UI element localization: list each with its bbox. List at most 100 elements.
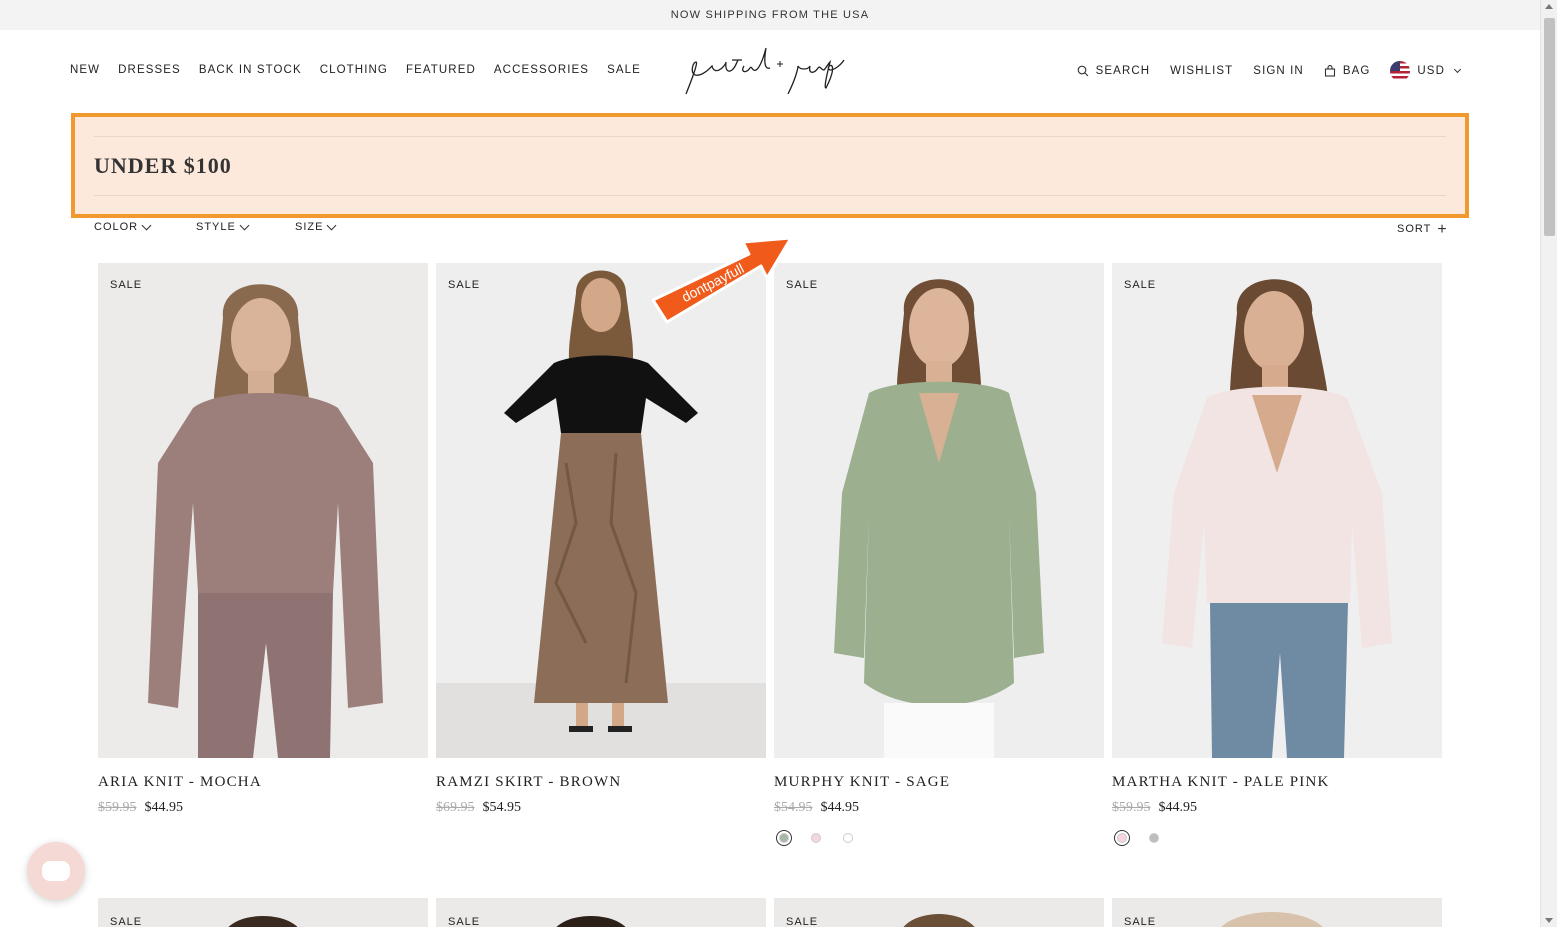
- sort-label: SORT: [1397, 223, 1432, 235]
- currency-selector[interactable]: USD: [1390, 61, 1462, 81]
- product-name[interactable]: RAMZI SKIRT - BROWN: [436, 774, 766, 791]
- announcement-bar: NOW SHIPPING FROM THE USA: [0, 0, 1540, 30]
- filter-color[interactable]: COLOR: [94, 220, 196, 233]
- bag-label: BAG: [1342, 65, 1371, 77]
- nav-item-featured[interactable]: FEATURED: [406, 64, 476, 76]
- filter-color-label: COLOR: [94, 221, 139, 233]
- us-flag-icon: [1390, 61, 1411, 81]
- product-photo-martha-knit: [1112, 263, 1442, 758]
- scroll-up-icon[interactable]: [1545, 4, 1553, 9]
- product-photo-partial: [556, 916, 626, 927]
- page-title: UNDER $100: [94, 153, 232, 178]
- filter-size[interactable]: SIZE: [295, 220, 337, 233]
- sale-price: $44.95: [1158, 800, 1198, 815]
- utility-nav: SEARCH WISHLIST SIGN IN BAG USD: [1077, 61, 1462, 81]
- chevron-down-icon: [327, 220, 337, 230]
- original-price: $69.95: [436, 800, 475, 815]
- filter-size-label: SIZE: [295, 221, 324, 233]
- brand-logo[interactable]: [680, 40, 860, 100]
- product-name[interactable]: MARTHA KNIT - PALE PINK: [1112, 774, 1442, 791]
- scrollbar-thumb[interactable]: [1544, 18, 1555, 236]
- filter-style[interactable]: STYLE: [196, 220, 295, 233]
- product-price: $69.95 $54.95: [436, 800, 766, 816]
- site-header: NEW DRESSES BACK IN STOCK CLOTHING FEATU…: [0, 30, 1540, 112]
- sale-badge: SALE: [1124, 279, 1157, 291]
- product-card[interactable]: SALE RAMZI SKIRT - BROWN $69.95 $54.95: [436, 263, 766, 816]
- product-card[interactable]: SALE: [98, 898, 428, 927]
- sale-price: $54.95: [482, 800, 522, 815]
- product-photo-ramzi-skirt: [436, 263, 766, 758]
- sale-badge: SALE: [1124, 916, 1157, 927]
- sale-badge: SALE: [448, 916, 481, 927]
- nav-item-sale[interactable]: SALE: [607, 64, 641, 76]
- bag-link[interactable]: BAG: [1324, 65, 1371, 77]
- plus-icon: +: [1437, 220, 1448, 238]
- currency-label: USD: [1417, 65, 1445, 77]
- product-image[interactable]: SALE: [1112, 263, 1442, 758]
- swatch-pale-pink[interactable]: [1114, 830, 1130, 846]
- product-card[interactable]: SALE MARTHA KNIT - PALE PINK $59.95 $44.…: [1112, 263, 1442, 846]
- wishlist-link[interactable]: WISHLIST: [1170, 65, 1233, 77]
- search-icon: [1077, 65, 1089, 77]
- filter-style-label: STYLE: [196, 221, 236, 233]
- original-price: $59.95: [1112, 800, 1151, 815]
- product-name[interactable]: ARIA KNIT - MOCHA: [98, 774, 428, 791]
- original-price: $59.95: [98, 800, 137, 815]
- product-photo-partial: [1221, 912, 1323, 927]
- main-nav: NEW DRESSES BACK IN STOCK CLOTHING FEATU…: [70, 64, 641, 76]
- swatch-grey[interactable]: [1146, 830, 1162, 846]
- product-price: $59.95 $44.95: [98, 800, 428, 816]
- nav-item-dresses[interactable]: DRESSES: [118, 64, 181, 76]
- product-name[interactable]: MURPHY KNIT - SAGE: [774, 774, 1104, 791]
- chevron-down-icon: [239, 220, 250, 230]
- sale-badge: SALE: [448, 279, 481, 291]
- chat-widget-button[interactable]: [27, 842, 85, 900]
- product-photo-partial: [228, 916, 298, 927]
- chevron-down-icon: [1453, 65, 1462, 74]
- product-photo-murphy-knit: [774, 263, 1104, 758]
- collection-title-banner: UNDER $100: [71, 113, 1469, 218]
- product-image[interactable]: SALE: [774, 263, 1104, 758]
- wishlist-label: WISHLIST: [1170, 65, 1234, 77]
- page-scrollbar[interactable]: [1540, 0, 1557, 927]
- color-swatches: [774, 830, 1104, 846]
- chevron-down-icon: [141, 220, 152, 230]
- sign-in-label: SIGN IN: [1253, 65, 1304, 77]
- sign-in-link[interactable]: SIGN IN: [1253, 65, 1304, 77]
- filter-bar: COLOR STYLE SIZE: [94, 220, 337, 233]
- original-price: $54.95: [774, 800, 813, 815]
- product-price: $59.95 $44.95: [1112, 800, 1442, 816]
- swatch-pink[interactable]: [808, 830, 824, 846]
- sale-badge: SALE: [110, 916, 143, 927]
- nav-item-new[interactable]: NEW: [70, 64, 100, 76]
- sale-price: $44.95: [144, 800, 184, 815]
- color-swatches: [1112, 830, 1442, 846]
- nav-item-clothing[interactable]: CLOTHING: [320, 64, 388, 76]
- sale-price: $44.95: [820, 800, 860, 815]
- sale-badge: SALE: [110, 279, 143, 291]
- nav-item-back-in-stock[interactable]: BACK IN STOCK: [199, 64, 302, 76]
- chat-icon: [42, 861, 70, 881]
- promo-arrow: dontpayfull: [651, 236, 793, 324]
- product-card[interactable]: SALE ARIA KNIT - MOCHA $59.95 $44.95: [98, 263, 428, 816]
- swatch-sage[interactable]: [776, 830, 792, 846]
- scroll-down-icon[interactable]: [1545, 918, 1553, 923]
- product-image[interactable]: SALE: [436, 263, 766, 758]
- product-price: $54.95 $44.95: [774, 800, 1104, 816]
- product-card[interactable]: SALE: [1112, 898, 1442, 927]
- divider: [94, 136, 1446, 137]
- divider: [94, 195, 1446, 196]
- product-photo-aria-knit: [98, 263, 428, 758]
- product-card[interactable]: SALE MURPHY KNIT - SAGE $54.95 $44.95: [774, 263, 1104, 846]
- product-image[interactable]: SALE: [98, 263, 428, 758]
- search-link[interactable]: SEARCH: [1077, 65, 1151, 77]
- nav-item-accessories[interactable]: ACCESSORIES: [494, 64, 589, 76]
- product-card[interactable]: SALE: [774, 898, 1104, 927]
- product-photo-partial: [903, 914, 975, 927]
- swatch-white[interactable]: [840, 830, 856, 846]
- bag-icon: [1324, 65, 1335, 77]
- sale-badge: SALE: [786, 916, 819, 927]
- sort-button[interactable]: SORT +: [1397, 220, 1448, 238]
- announcement-text: NOW SHIPPING FROM THE USA: [670, 9, 870, 21]
- product-card[interactable]: SALE: [436, 898, 766, 927]
